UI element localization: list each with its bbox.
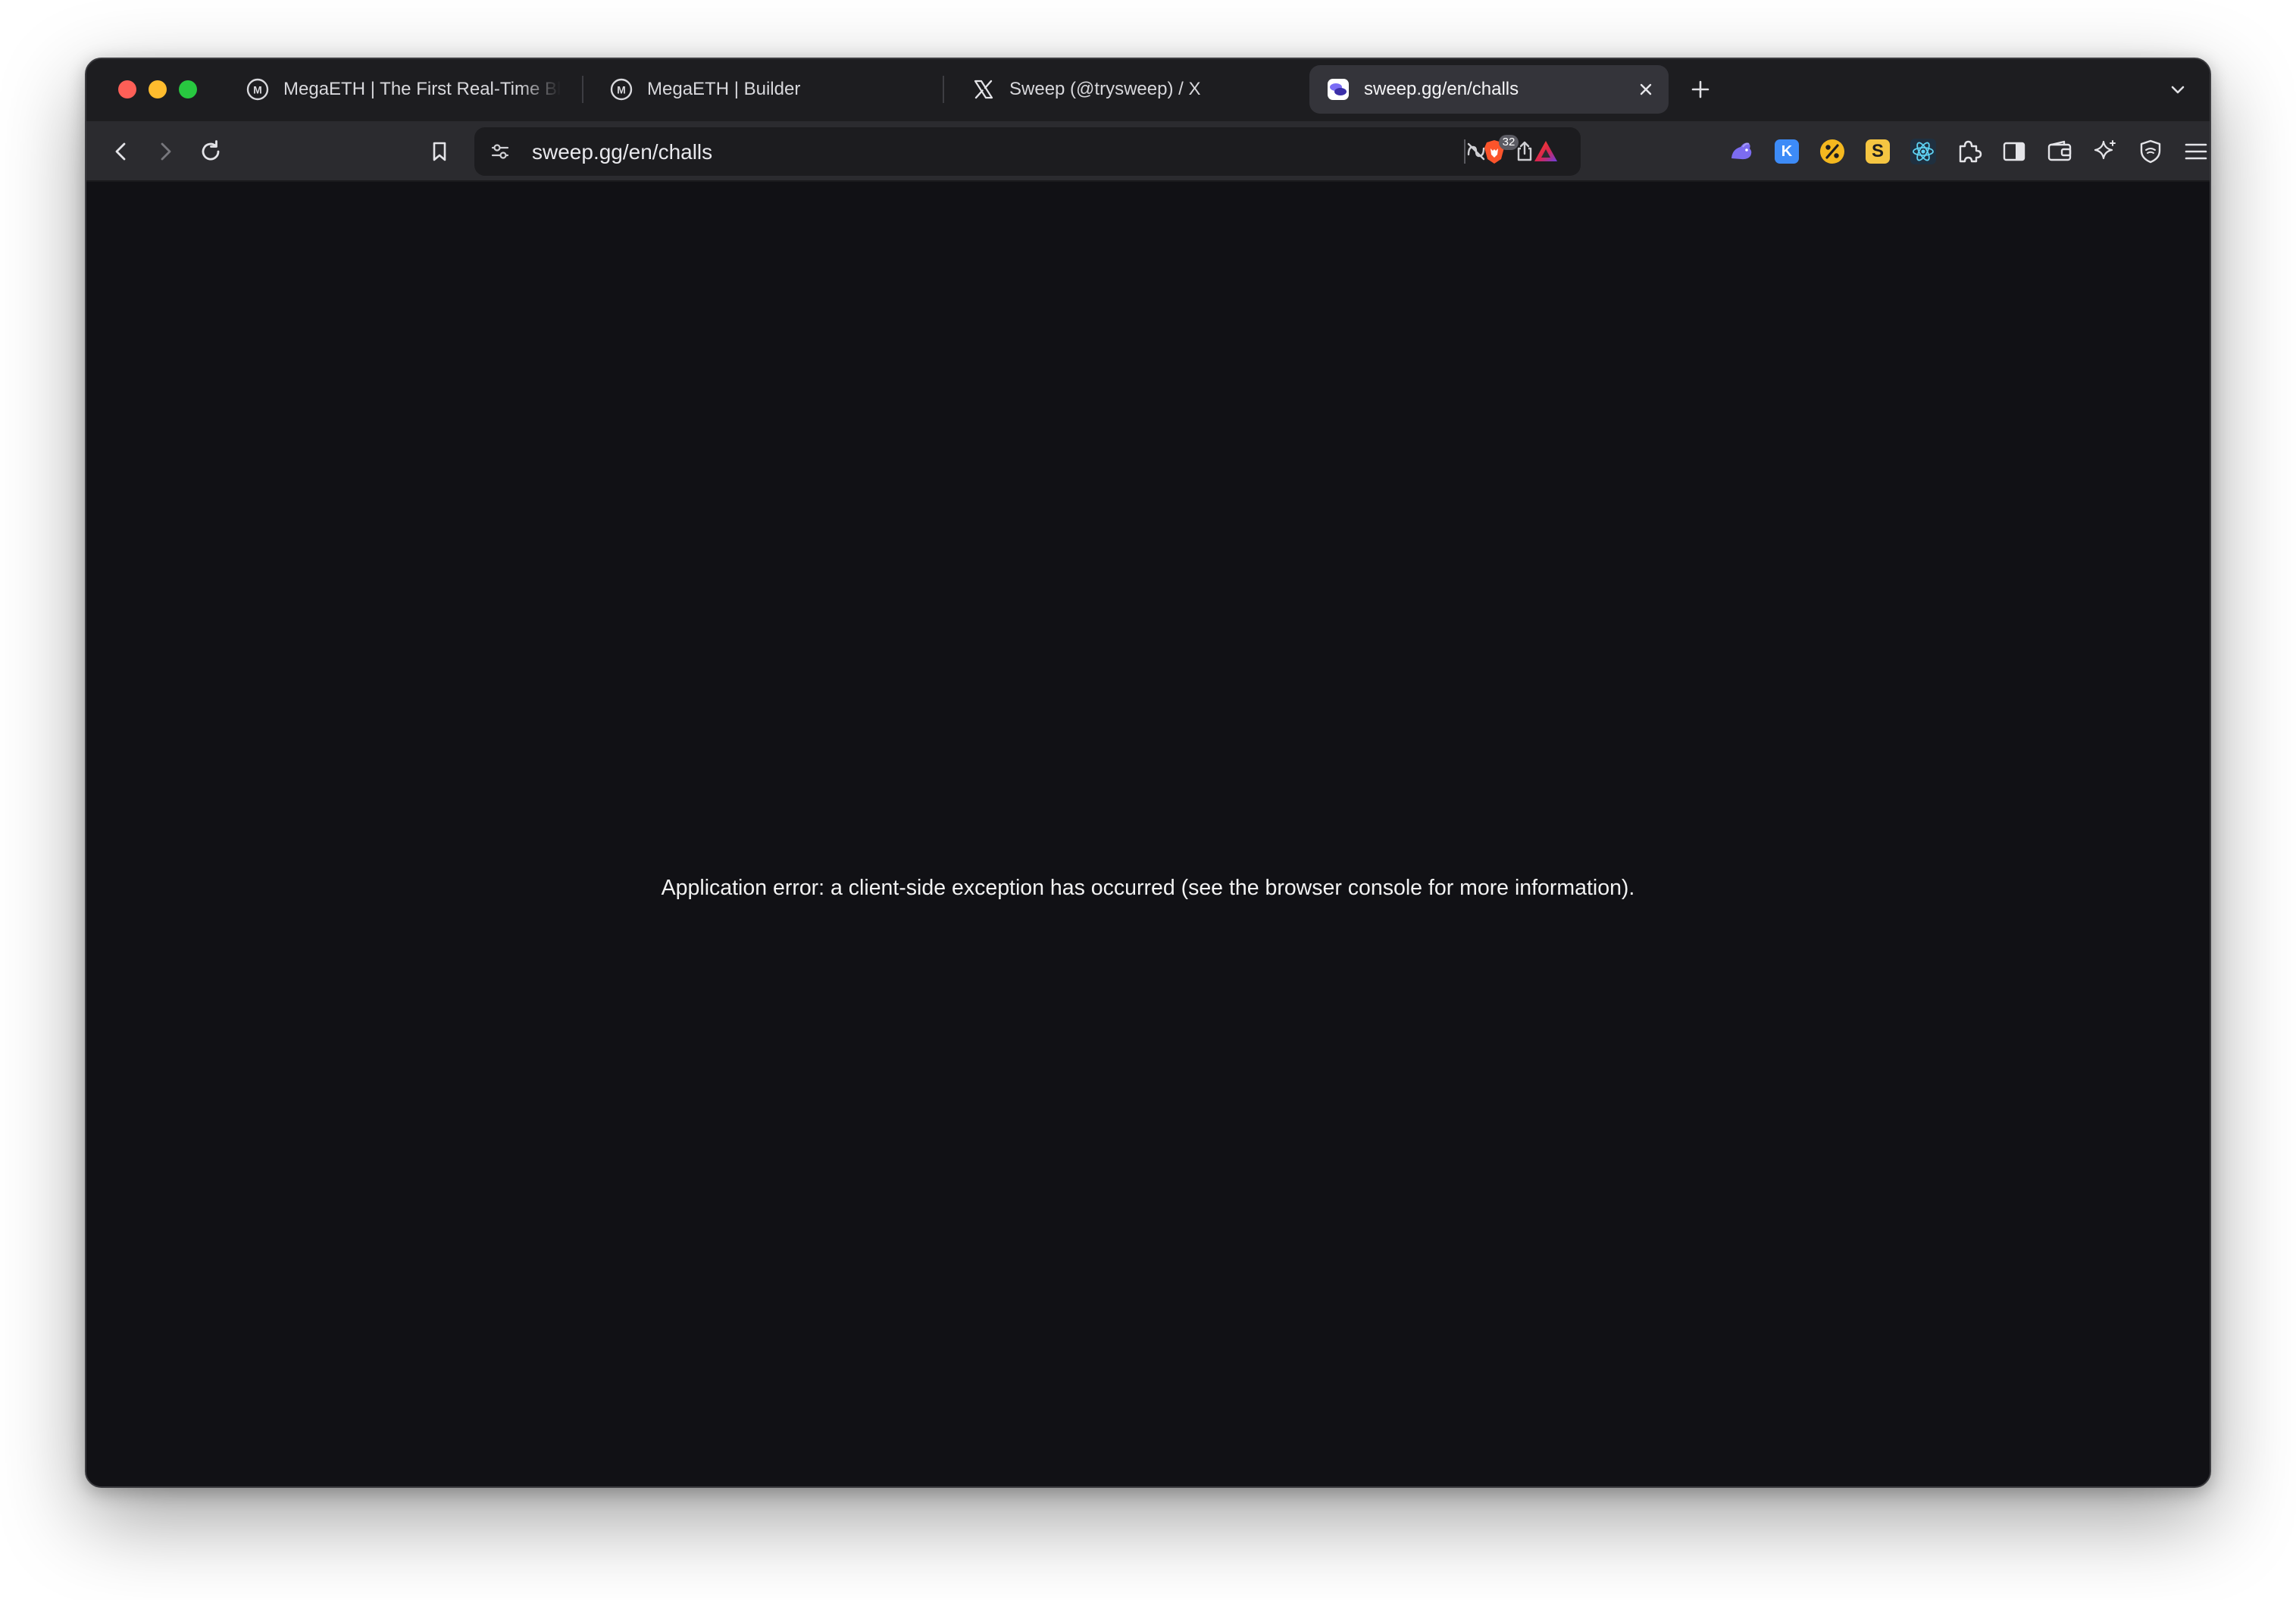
- k-extension-icon[interactable]: K: [1769, 133, 1805, 170]
- x-logo-icon: [971, 77, 996, 102]
- close-tab-icon[interactable]: [1637, 80, 1655, 98]
- address-bar[interactable]: sweep.gg/en/challs: [474, 127, 1581, 176]
- tab-separator: [943, 76, 944, 103]
- forward-button[interactable]: [147, 133, 183, 170]
- omnibox-divider: [1464, 139, 1465, 164]
- window-close-button[interactable]: [118, 80, 136, 98]
- window-minimize-button[interactable]: [149, 80, 167, 98]
- chevron-down-icon: [2171, 86, 2185, 94]
- megaeth-logo-icon: M: [246, 77, 270, 102]
- extensions-menu-button[interactable]: [1950, 133, 1987, 170]
- application-error-message: Application error: a client-side excepti…: [661, 876, 1635, 900]
- tab-separator: [582, 76, 583, 103]
- react-devtools-icon[interactable]: [1905, 133, 1941, 170]
- hamburger-menu-icon: [2185, 143, 2207, 160]
- tab-sweep-challs[interactable]: sweep.gg/en/challs: [1309, 65, 1669, 114]
- shields-count-badge: 32: [1499, 135, 1519, 150]
- brave-rewards-triangle-icon: [1534, 141, 1557, 161]
- chevron-left-icon: [115, 142, 126, 161]
- wallet-icon: [2047, 140, 2072, 161]
- bookmark-icon: [433, 142, 446, 161]
- site-settings-icon[interactable]: [483, 135, 517, 168]
- percent-extension-icon[interactable]: [1814, 133, 1850, 170]
- sparkle-icon: [2094, 140, 2116, 160]
- chevron-right-icon: [161, 142, 171, 161]
- shield-icon: [2140, 139, 2161, 164]
- svg-text:M: M: [617, 84, 626, 96]
- tab-strip: M MegaETH | The First Real-Time Bl M Meg…: [86, 59, 2210, 121]
- page-content: Application error: a client-side excepti…: [86, 182, 2210, 1486]
- s-extension-icon[interactable]: S: [1860, 133, 1896, 170]
- main-menu-button[interactable]: [2178, 133, 2210, 170]
- sidebar-icon: [2003, 142, 2025, 161]
- tab-label: MegaETH | Builder: [647, 79, 801, 99]
- svg-text:M: M: [253, 84, 262, 96]
- reload-icon: [202, 140, 220, 161]
- new-tab-button[interactable]: [1684, 73, 1717, 106]
- wallet-button[interactable]: [2041, 133, 2078, 170]
- vpn-button[interactable]: [2132, 133, 2169, 170]
- tab-label: Sweep (@trysweep) / X: [1009, 79, 1201, 99]
- window-maximize-button[interactable]: [179, 80, 197, 98]
- back-button[interactable]: [103, 133, 139, 170]
- tab-list-button[interactable]: [2163, 74, 2193, 105]
- plus-icon: [1691, 80, 1709, 98]
- sidebar-toggle-button[interactable]: [1996, 133, 2032, 170]
- puzzle-piece-icon: [1959, 140, 1982, 163]
- leo-ai-button[interactable]: [2087, 133, 2123, 170]
- bookmark-button[interactable]: [421, 133, 458, 170]
- tab-label: MegaETH | The First Real-Time Bl: [283, 79, 561, 99]
- sweep-logo-icon: [1326, 77, 1350, 102]
- browser-window: M MegaETH | The First Real-Time Bl M Meg…: [85, 58, 2211, 1488]
- megaeth-logo-icon: M: [609, 77, 633, 102]
- tab-megaeth-builder[interactable]: M MegaETH | Builder: [593, 65, 1017, 114]
- tab-label: sweep.gg/en/challs: [1364, 79, 1519, 99]
- rabbit-extension-icon[interactable]: [1723, 133, 1760, 170]
- navigation-toolbar: sweep.gg/en/challs 32 K S: [86, 121, 2210, 182]
- reload-button[interactable]: [192, 133, 229, 170]
- brave-rewards-button[interactable]: [1528, 133, 1564, 170]
- address-url[interactable]: sweep.gg/en/challs: [532, 140, 712, 164]
- tab-megaeth-home[interactable]: M MegaETH | The First Real-Time Bl: [229, 65, 653, 114]
- brave-shields-button[interactable]: 32: [1476, 133, 1519, 170]
